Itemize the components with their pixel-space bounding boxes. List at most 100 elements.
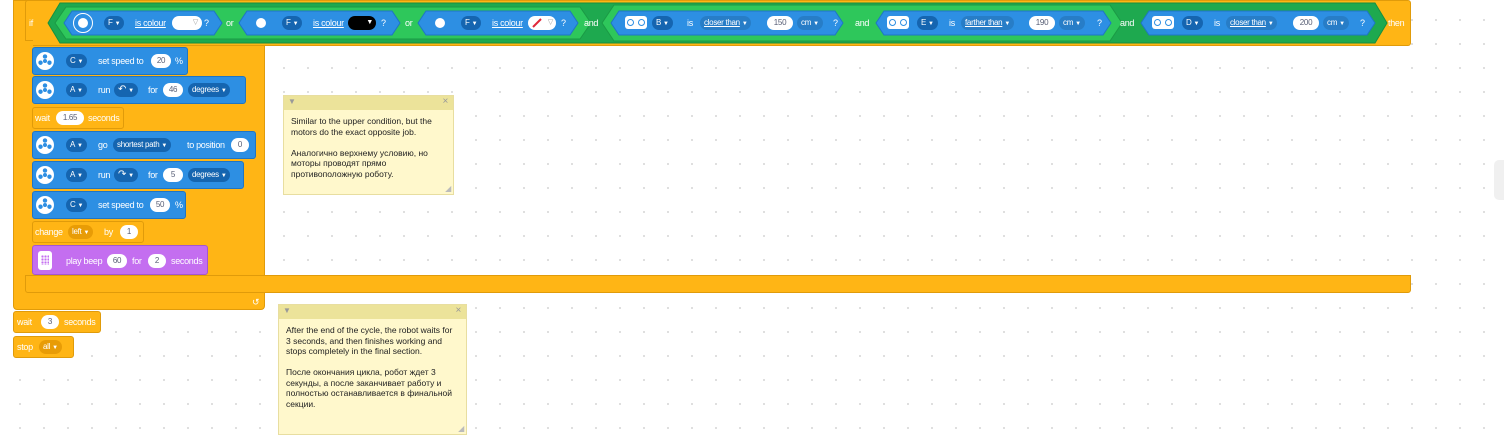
note-header[interactable]: ▼ × [279, 305, 466, 319]
b2-port-dropdown[interactable]: A ▼ [66, 83, 87, 97]
scrollbar[interactable] [1494, 160, 1504, 200]
cond5-value[interactable]: 190 [1029, 16, 1055, 30]
b1-value[interactable]: 20 [151, 54, 171, 68]
b5-direction-dropdown[interactable]: ↷ ▼ [114, 168, 138, 182]
color-sensor-icon [73, 13, 93, 33]
note-text[interactable]: After the end of the cycle, the robot wa… [279, 319, 466, 415]
b8-for: for [132, 256, 142, 266]
if-block-footer [25, 275, 1411, 293]
cond4-value[interactable]: 150 [767, 16, 793, 30]
cond1-label: is colour [135, 18, 166, 28]
b1-unit: % [175, 56, 183, 66]
wait2-wait: wait [17, 317, 32, 327]
clockwise-icon: ↷ [118, 169, 127, 180]
b7-change: change [35, 227, 63, 237]
or1-label: or [226, 18, 234, 28]
note-header[interactable]: ▼ × [284, 96, 453, 110]
motor-icon [36, 166, 54, 184]
b4-port-dropdown[interactable]: A ▼ [66, 138, 87, 152]
cond6-op-dropdown[interactable]: closer than ▼ [1226, 16, 1278, 30]
b3-unit: seconds [88, 113, 120, 123]
b4-go: go [98, 140, 108, 150]
cond1-colour-picker[interactable]: ▽ [172, 16, 202, 30]
b2-for: for [148, 85, 158, 95]
b6-value[interactable]: 50 [150, 198, 170, 212]
hub-icon [38, 251, 52, 270]
b5-port-dropdown[interactable]: A ▼ [66, 168, 87, 182]
cond5-question: ? [1097, 18, 1102, 28]
b4-path-dropdown[interactable]: shortest path ▼ [113, 138, 171, 152]
b2-value[interactable]: 46 [163, 83, 183, 97]
loop-arrow-icon: ↺ [252, 297, 260, 307]
close-icon[interactable]: × [442, 96, 448, 107]
b2-direction-dropdown[interactable]: ↶ ▼ [114, 83, 138, 97]
cond4-is: is [687, 18, 693, 28]
and2-label: and [855, 18, 870, 28]
stop-label: stop [17, 342, 33, 352]
b5-unit-dropdown[interactable]: degrees ▼ [188, 168, 231, 182]
b8-secs[interactable]: 2 [148, 254, 166, 268]
motor-icon [36, 136, 54, 154]
wait2-unit: seconds [64, 317, 96, 327]
cond2-colour-picker[interactable]: ▼ [348, 16, 376, 30]
cond1-question: ? [204, 18, 209, 28]
cond4-port-dropdown[interactable]: B ▼ [652, 16, 673, 30]
collapse-icon[interactable]: ▼ [283, 306, 291, 315]
b6-port-dropdown[interactable]: C ▼ [66, 198, 88, 212]
b2-run: run [98, 85, 111, 95]
cond6-value[interactable]: 200 [1293, 16, 1319, 30]
comment-note[interactable]: ▼ × Similar to the upper condition, but t… [283, 95, 454, 195]
cond4-op-dropdown[interactable]: closer than ▼ [700, 16, 752, 30]
b8-label: play beep [66, 256, 103, 266]
cond3-label: is colour [492, 18, 523, 28]
cond3-port-dropdown[interactable]: F ▼ [461, 16, 482, 30]
cond6-question: ? [1360, 18, 1365, 28]
b7-by: by [104, 227, 113, 237]
cond4-unit-dropdown[interactable]: cm ▼ [797, 16, 823, 30]
resize-handle-icon[interactable]: ◢ [445, 184, 451, 193]
b3-wait: wait [35, 113, 50, 123]
b6-label: set speed to [98, 200, 144, 210]
collapse-icon[interactable]: ▼ [288, 97, 296, 106]
b8-unit: seconds [171, 256, 203, 266]
motor-icon [36, 81, 54, 99]
b4-value[interactable]: 0 [231, 138, 249, 152]
resize-handle-icon[interactable]: ◢ [458, 424, 464, 433]
note-text[interactable]: Similar to the upper condition, but the … [284, 110, 453, 185]
b3-value[interactable]: 1.65 [56, 111, 84, 125]
and3-label: and [1120, 18, 1135, 28]
cond2-label: is colour [313, 18, 344, 28]
and1-label: and [584, 18, 599, 28]
cond3-question: ? [561, 18, 566, 28]
b5-value[interactable]: 5 [163, 168, 183, 182]
comment-note[interactable]: ▼ × After the end of the cycle, the robot… [278, 304, 467, 435]
color-sensor-icon [252, 14, 270, 32]
b1-port-dropdown[interactable]: C ▼ [66, 54, 88, 68]
b2-unit-dropdown[interactable]: degrees ▼ [188, 83, 231, 97]
b4-to: to position [187, 140, 225, 150]
b5-for: for [148, 170, 158, 180]
cond1-port-dropdown[interactable]: F ▼ [104, 16, 125, 30]
color-sensor-icon [431, 14, 449, 32]
wait2-value[interactable]: 3 [41, 315, 59, 329]
cond3-colour-picker[interactable]: ▽ [528, 16, 556, 30]
cond5-is: is [949, 18, 955, 28]
motor-icon [36, 52, 54, 70]
cond5-port-dropdown[interactable]: E ▼ [917, 16, 938, 30]
b7-variable-dropdown[interactable]: left ▼ [68, 225, 94, 239]
b7-value[interactable]: 1 [120, 225, 138, 239]
motor-icon [36, 196, 54, 214]
b8-value[interactable]: 60 [107, 254, 127, 268]
stop-option-dropdown[interactable]: all ▼ [39, 340, 62, 354]
cond6-unit-dropdown[interactable]: cm ▼ [1323, 16, 1349, 30]
cond2-port-dropdown[interactable]: F ▼ [282, 16, 303, 30]
cond5-unit-dropdown[interactable]: cm ▼ [1059, 16, 1085, 30]
distance-sensor-icon [625, 16, 647, 29]
b6-unit: % [175, 200, 183, 210]
b5-run: run [98, 170, 111, 180]
b1-label: set speed to [98, 56, 144, 66]
cond5-op-dropdown[interactable]: farther than ▼ [961, 16, 1014, 30]
distance-sensor-icon [887, 16, 909, 29]
cond6-port-dropdown[interactable]: D ▼ [1182, 16, 1204, 30]
close-icon[interactable]: × [455, 305, 461, 316]
